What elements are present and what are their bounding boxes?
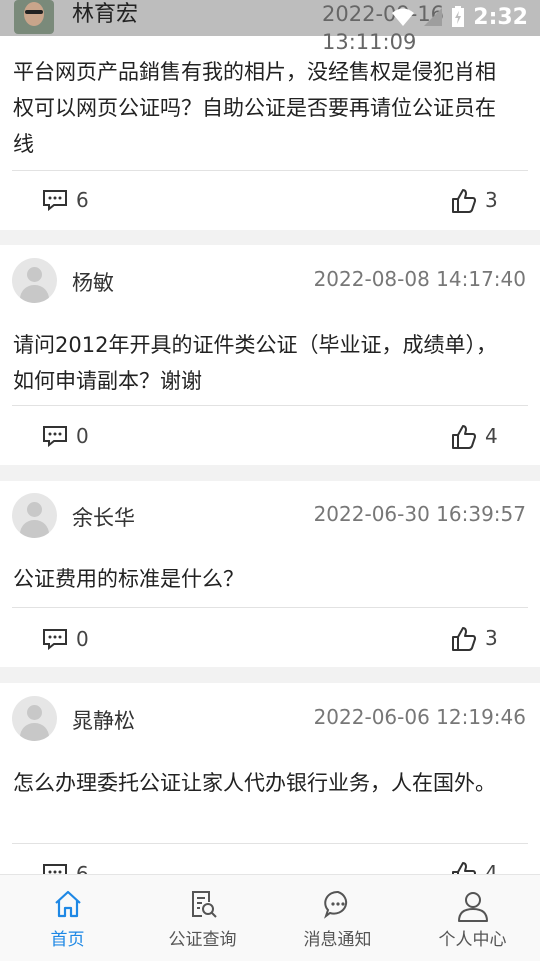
- comment-count: 6: [76, 188, 89, 212]
- post-author: 余长华: [72, 506, 135, 530]
- status-bar: 林育宏 2022-09-16 13:11:09 2:32: [0, 0, 540, 54]
- comment-icon[interactable]: [42, 189, 68, 211]
- comment-icon[interactable]: [42, 628, 68, 650]
- comment-icon[interactable]: [42, 425, 68, 447]
- comment-count: 0: [76, 627, 89, 651]
- post-author: 晁静松: [72, 709, 135, 733]
- post-card[interactable]: 晁静松 2022-06-06 12:19:46 怎么办理委托公证让家人代办银行业…: [0, 683, 540, 886]
- nav-profile[interactable]: 个人中心: [405, 875, 540, 961]
- nav-label: 公证查询: [168, 930, 237, 950]
- divider: [12, 170, 528, 171]
- thumbs-up-icon[interactable]: [451, 626, 477, 652]
- divider: [12, 405, 528, 406]
- clock: 2:32: [473, 4, 528, 30]
- post-date: 2022-06-06 12:19:46: [313, 705, 526, 729]
- avatar: [12, 696, 57, 741]
- post-text: 平台网页产品銷售有我的相片，没经售权是侵犯肖相权可以网页公证吗？自助公证是否要再…: [13, 60, 496, 156]
- thumbs-up-icon[interactable]: [451, 188, 477, 214]
- nav-label: 个人中心: [438, 930, 507, 950]
- nav-label: 首页: [50, 930, 85, 950]
- signal-icon: [424, 8, 443, 26]
- nav-home[interactable]: 首页: [0, 875, 135, 961]
- nav-messages[interactable]: 消息通知: [270, 875, 405, 961]
- bottom-nav: 首页 公证查询 消息通知 个人中心: [0, 874, 540, 961]
- post-date: 2022-06-30 16:39:57: [313, 502, 526, 526]
- avatar[interactable]: [14, 0, 54, 34]
- avatar: [12, 258, 57, 303]
- post-text: 怎么办理委托公证让家人代办银行业务，人在国外。: [13, 771, 496, 795]
- divider: [12, 843, 528, 844]
- post-text: 请问2012年开具的证件类公证（毕业证，成绩单），如何申请副本？谢谢: [13, 333, 497, 393]
- document-search-icon: [191, 891, 217, 918]
- thumbs-up-icon[interactable]: [451, 424, 477, 450]
- avatar: [12, 493, 57, 538]
- divider: [12, 607, 528, 608]
- like-count: 4: [485, 424, 498, 448]
- post-card[interactable]: 余长华 2022-06-30 16:39:57 公证费用的标准是什么？ 0 3: [0, 481, 540, 667]
- comment-count: 0: [76, 424, 89, 448]
- post-author: 杨敏: [72, 271, 114, 295]
- chat-bubble-icon: [323, 890, 347, 919]
- post-card[interactable]: 杨敏 2022-08-08 14:17:40 请问2012年开具的证件类公证（毕…: [0, 245, 540, 465]
- post-author: 林育宏: [72, 2, 139, 27]
- system-icons: 2:32: [391, 2, 528, 32]
- post-text: 公证费用的标准是什么？: [13, 567, 244, 591]
- home-icon: [54, 890, 81, 918]
- nav-label: 消息通知: [303, 930, 372, 950]
- person-icon: [457, 892, 488, 922]
- wifi-icon: [392, 8, 415, 26]
- nav-notary-query[interactable]: 公证查询: [135, 875, 270, 961]
- like-count: 3: [485, 188, 498, 212]
- post-date: 2022-08-08 14:17:40: [313, 267, 526, 291]
- battery-icon: [452, 6, 465, 27]
- like-count: 3: [485, 626, 498, 650]
